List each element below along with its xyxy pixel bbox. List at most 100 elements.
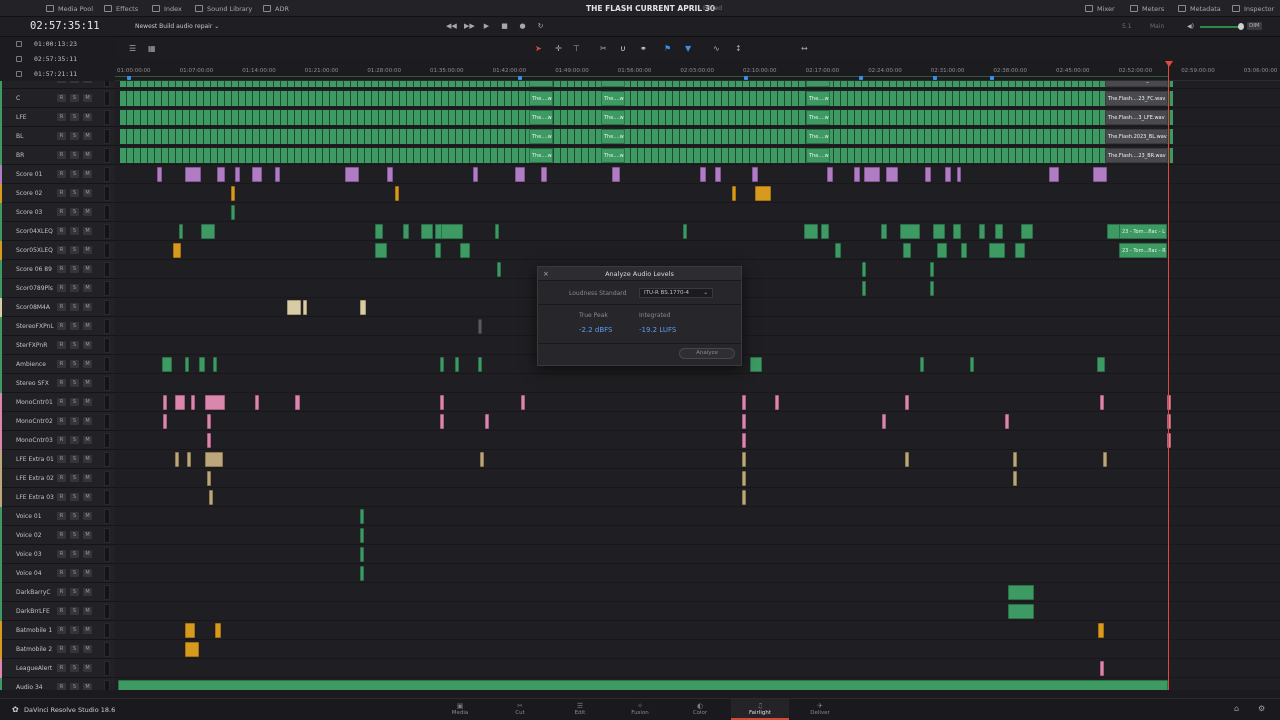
audio-clip[interactable] [173,243,181,258]
record-arm-button[interactable]: R [57,455,66,463]
record-arm-button[interactable]: R [57,493,66,501]
track-name[interactable]: Scor05XLEQ [16,247,56,254]
record-arm-button[interactable]: R [57,360,66,368]
audio-clip[interactable] [440,414,444,429]
track-header[interactable]: MonoCntr01 R S M [0,393,115,412]
audio-clip[interactable] [403,224,409,239]
audio-clip[interactable] [205,395,225,410]
audio-clip[interactable] [1008,604,1034,619]
audio-clip[interactable] [742,452,746,467]
audio-clip-label[interactable]: The.Flash....23_FC.wav [1105,91,1168,106]
track-header[interactable]: LFE Extra 01 R S M [0,450,115,469]
audio-clip[interactable] [473,167,478,182]
audio-clip[interactable] [275,167,280,182]
effects-button[interactable]: Effects [104,3,138,14]
audio-clip[interactable] [175,452,179,467]
master-timecode[interactable]: 02:57:35:11 [30,20,100,32]
focus-tool-icon[interactable]: ⊤ [573,44,580,53]
timeline-marker[interactable] [859,76,863,80]
record-arm-button[interactable]: R [57,417,66,425]
solo-button[interactable]: S [70,607,79,615]
mute-button[interactable]: M [83,607,92,615]
mute-button[interactable]: M [83,360,92,368]
audio-clip-label[interactable]: The....wav [529,148,553,163]
track-header[interactable]: Ambience R S M [0,355,115,374]
rewind-icon[interactable]: ◀◀ [446,22,457,30]
audio-clip[interactable] [207,414,211,429]
audio-clip[interactable] [700,167,706,182]
track-header[interactable]: Voice 02 R S M [0,526,115,545]
vertical-zoom-icon[interactable]: ↕ [735,44,742,53]
loop-icon[interactable]: ↻ [536,22,545,30]
track-header[interactable]: LeagueAlert R S M [0,659,115,678]
page-tab-edit[interactable]: ☰ Edit [551,699,609,720]
track-header[interactable]: Scor05XLEQ R S M [0,241,115,260]
track-name[interactable]: Scor04XLEQ [16,228,56,235]
audio-clip[interactable] [118,680,1168,690]
audio-clip-label[interactable]: The....wav [806,129,830,144]
record-arm-button[interactable]: R [57,132,66,140]
speaker-icon[interactable]: ◀) [1187,23,1194,30]
mute-button[interactable]: M [83,81,92,83]
record-arm-button[interactable]: R [57,284,66,292]
audio-clip[interactable] [497,262,501,277]
audio-clip[interactable] [742,395,746,410]
main-bus-selector[interactable]: Main [1150,23,1164,30]
audio-clip[interactable] [478,357,482,372]
track-name[interactable]: LFE Extra 01 [16,456,56,463]
audio-clip[interactable] [886,167,898,182]
audio-clip[interactable] [925,167,931,182]
timeline-marker[interactable] [933,76,937,80]
track-header[interactable]: Batmobile 1RSM [0,621,115,640]
track-name[interactable]: LFE Extra 03 [16,494,56,501]
timeline-marker[interactable] [990,76,994,80]
track-name[interactable]: StereoFXPnL [16,323,56,330]
audio-clip[interactable] [375,243,387,258]
audio-clip[interactable] [441,224,463,239]
track-lane[interactable]: 23 - Tom...flac - L [115,222,1280,241]
record-arm-button[interactable]: R [57,94,66,102]
record-arm-button[interactable]: R [57,474,66,482]
mute-button[interactable]: M [83,113,92,121]
audio-clip[interactable] [515,167,525,182]
track-lane[interactable] [115,659,1280,678]
audio-clip[interactable] [961,243,967,258]
range-tool-icon[interactable]: ✛ [555,44,562,53]
volume-knob[interactable] [1238,23,1244,30]
track-header[interactable]: MonoCntr03 R S M [0,431,115,450]
track-header[interactable]: StereoFXPnL R S M [0,317,115,336]
timeline-marker[interactable] [518,76,522,80]
audio-clip[interactable] [435,243,441,258]
solo-button[interactable]: S [70,81,79,83]
audio-clip[interactable] [804,224,818,239]
track-lane[interactable] [115,678,1280,690]
audio-clip[interactable] [395,186,399,201]
audio-clip-label[interactable]: The....wav [601,110,625,125]
mute-button[interactable]: M [83,189,92,197]
record-arm-button[interactable]: R [57,512,66,520]
audio-clip[interactable] [742,433,746,448]
audio-clip[interactable] [541,167,547,182]
mute-button[interactable]: M [83,284,92,292]
track-lane[interactable]: The.Flash....3_LFE.wav The....wav The....w… [115,108,1280,127]
record-arm-button[interactable]: R [57,246,66,254]
track-lane[interactable] [115,469,1280,488]
audio-clip[interactable] [920,357,924,372]
track-header[interactable]: MonoCntr02 R S M [0,412,115,431]
audio-clip-label[interactable]: The.Flash.2023_BL.wav [1105,129,1168,144]
sound-library-button[interactable]: Sound Library [195,3,252,14]
audio-clip[interactable] [521,395,525,410]
track-height-icon[interactable]: ☰ [129,44,136,53]
audio-clip[interactable] [175,395,185,410]
audio-clip[interactable] [201,224,215,239]
link-icon[interactable]: ⚭ [640,44,647,53]
track-name[interactable]: Audio 34 [16,684,56,690]
dim-button[interactable]: DIM [1247,22,1262,30]
settings-icon[interactable]: ⚙ [1258,704,1265,713]
track-name[interactable]: Score 02 [16,190,56,197]
track-name[interactable]: Voice 03 [16,551,56,558]
mute-button[interactable]: M [83,569,92,577]
audio-clip[interactable] [252,167,262,182]
play-icon[interactable]: ▶ [482,22,491,30]
audio-clip[interactable] [480,452,484,467]
